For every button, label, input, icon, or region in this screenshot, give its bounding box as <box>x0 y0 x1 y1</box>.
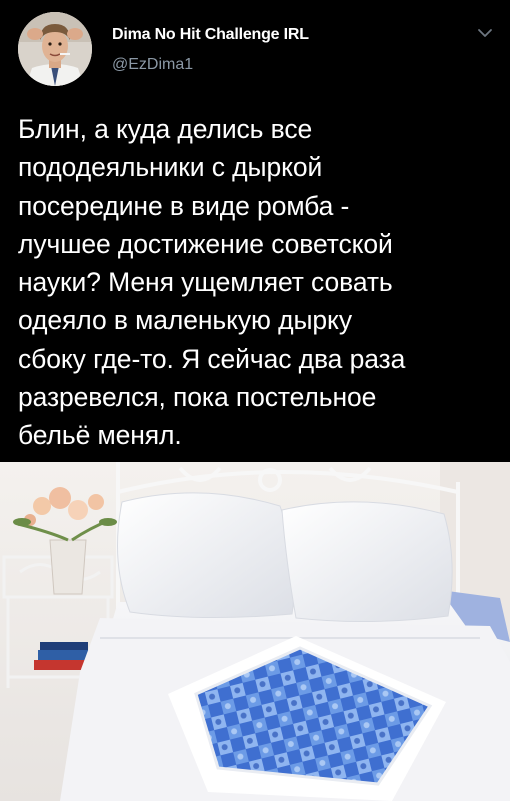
tweet-text: Блин, а куда делись все пододеяльники с … <box>18 114 406 451</box>
display-name[interactable]: Dima No Hit Challenge IRL <box>112 26 309 44</box>
chevron-down-icon[interactable] <box>474 22 496 44</box>
tweet-header: Dima No Hit Challenge IRL @EzDima1 <box>0 0 510 96</box>
user-handle[interactable]: @EzDima1 <box>112 56 193 74</box>
tweet-photo[interactable] <box>0 462 510 801</box>
avatar[interactable] <box>18 12 92 86</box>
